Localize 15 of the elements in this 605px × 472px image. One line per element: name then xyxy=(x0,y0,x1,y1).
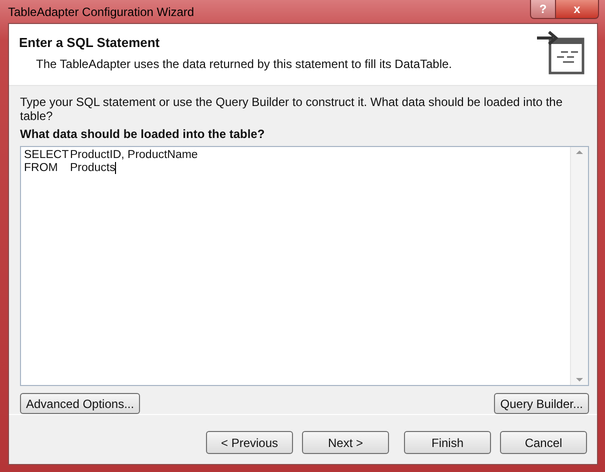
table-arrow-icon xyxy=(537,31,585,75)
query-builder-button[interactable]: Query Builder... xyxy=(494,393,589,414)
wizard-button[interactable]: Cancel xyxy=(500,431,587,454)
page-title: Enter a SQL Statement xyxy=(19,35,161,50)
wizard-button[interactable]: < Previous xyxy=(206,431,293,454)
wizard-button[interactable]: Next > xyxy=(302,431,389,454)
prompt-label: What data should be loaded into the table? xyxy=(20,127,266,141)
window-title: TableAdapter Configuration Wizard xyxy=(8,5,194,19)
instruction-text: Type your SQL statement or use the Query Builder to construct it. What data should be loaded into the table? xyxy=(20,95,564,123)
advanced-options-button[interactable]: Advanced Options... xyxy=(20,393,140,414)
close-button[interactable]: x xyxy=(556,0,599,19)
sql-field[interactable]: SELECT ProductID, ProductName FROM Products xyxy=(20,146,589,386)
page-subtitle: The TableAdapter uses the data returned by this statement to fill its DataTable. xyxy=(36,57,452,71)
wizard-button[interactable]: Finish xyxy=(404,431,491,454)
scrollbar[interactable] xyxy=(570,147,588,385)
